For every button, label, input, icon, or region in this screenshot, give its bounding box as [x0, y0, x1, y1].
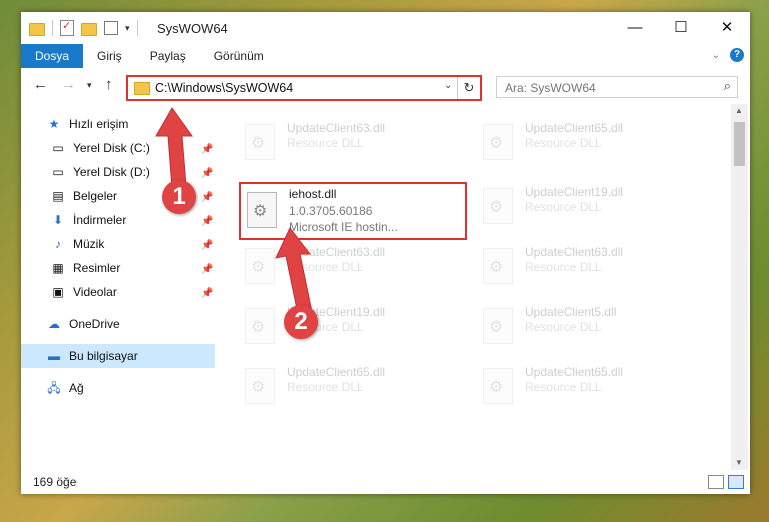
step-badge-2: 2: [284, 305, 318, 339]
step-badge-1: 1: [162, 180, 196, 214]
arrow-2: [275, 227, 313, 315]
annotation-arrows: [155, 107, 313, 315]
arrow-1: [155, 107, 193, 189]
